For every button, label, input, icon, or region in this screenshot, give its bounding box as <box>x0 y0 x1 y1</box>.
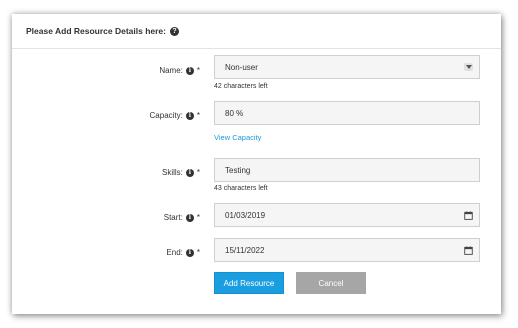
name-value: Non-user <box>225 62 258 72</box>
chevron-down-icon[interactable] <box>464 63 473 71</box>
cancel-button[interactable]: Cancel <box>296 272 366 294</box>
resource-form-card: Please Add Resource Details here: ? Name… <box>12 14 501 314</box>
question-circle-icon[interactable]: ? <box>170 26 179 36</box>
name-label-group: Name: i * <box>159 66 200 75</box>
info-circle-icon[interactable]: i <box>185 213 194 222</box>
start-date-value: 01/03/2019 <box>225 210 266 220</box>
start-label-group: Start: i * <box>164 213 200 222</box>
card-header: Please Add Resource Details here: ? <box>12 14 501 49</box>
start-label: Start: <box>163 213 183 222</box>
form-title: Please Add Resource Details here: <box>26 26 166 36</box>
end-date-input[interactable]: 15/11/2022 <box>214 238 480 262</box>
required-marker: * <box>196 66 200 75</box>
start-date-input[interactable]: 01/03/2019 <box>214 203 480 227</box>
capacity-label-group: Capacity: i * <box>150 111 200 120</box>
add-resource-button[interactable]: Add Resource <box>214 272 284 294</box>
required-marker: * <box>196 248 200 257</box>
capacity-value: 80 % <box>225 108 244 118</box>
required-marker: * <box>196 213 200 222</box>
required-marker: * <box>196 168 200 177</box>
calendar-icon[interactable] <box>464 246 473 255</box>
capacity-label: Capacity: <box>149 111 183 120</box>
info-circle-icon[interactable]: i <box>185 111 194 120</box>
end-label-group: End: i * <box>166 248 200 257</box>
view-capacity-link[interactable]: View Capacity <box>214 133 261 142</box>
end-date-value: 15/11/2022 <box>225 245 265 255</box>
info-circle-icon[interactable]: i <box>185 168 194 177</box>
name-char-count: 42 characters left <box>214 83 268 90</box>
info-circle-icon[interactable]: i <box>185 248 194 257</box>
skills-label-group: Skills: i * <box>162 168 200 177</box>
end-label: End: <box>166 248 183 257</box>
calendar-icon[interactable] <box>464 211 473 220</box>
skills-value: Testing <box>225 165 251 175</box>
required-marker: * <box>196 111 200 120</box>
capacity-input[interactable]: 80 % <box>214 101 480 125</box>
info-circle-icon[interactable]: i <box>185 66 194 75</box>
skills-char-count: 43 characters left <box>214 185 268 192</box>
skills-label: Skills: <box>161 168 183 177</box>
name-dropdown[interactable]: Non-user <box>214 55 480 79</box>
skills-input[interactable]: Testing <box>214 158 480 182</box>
name-label: Name: <box>159 66 183 75</box>
